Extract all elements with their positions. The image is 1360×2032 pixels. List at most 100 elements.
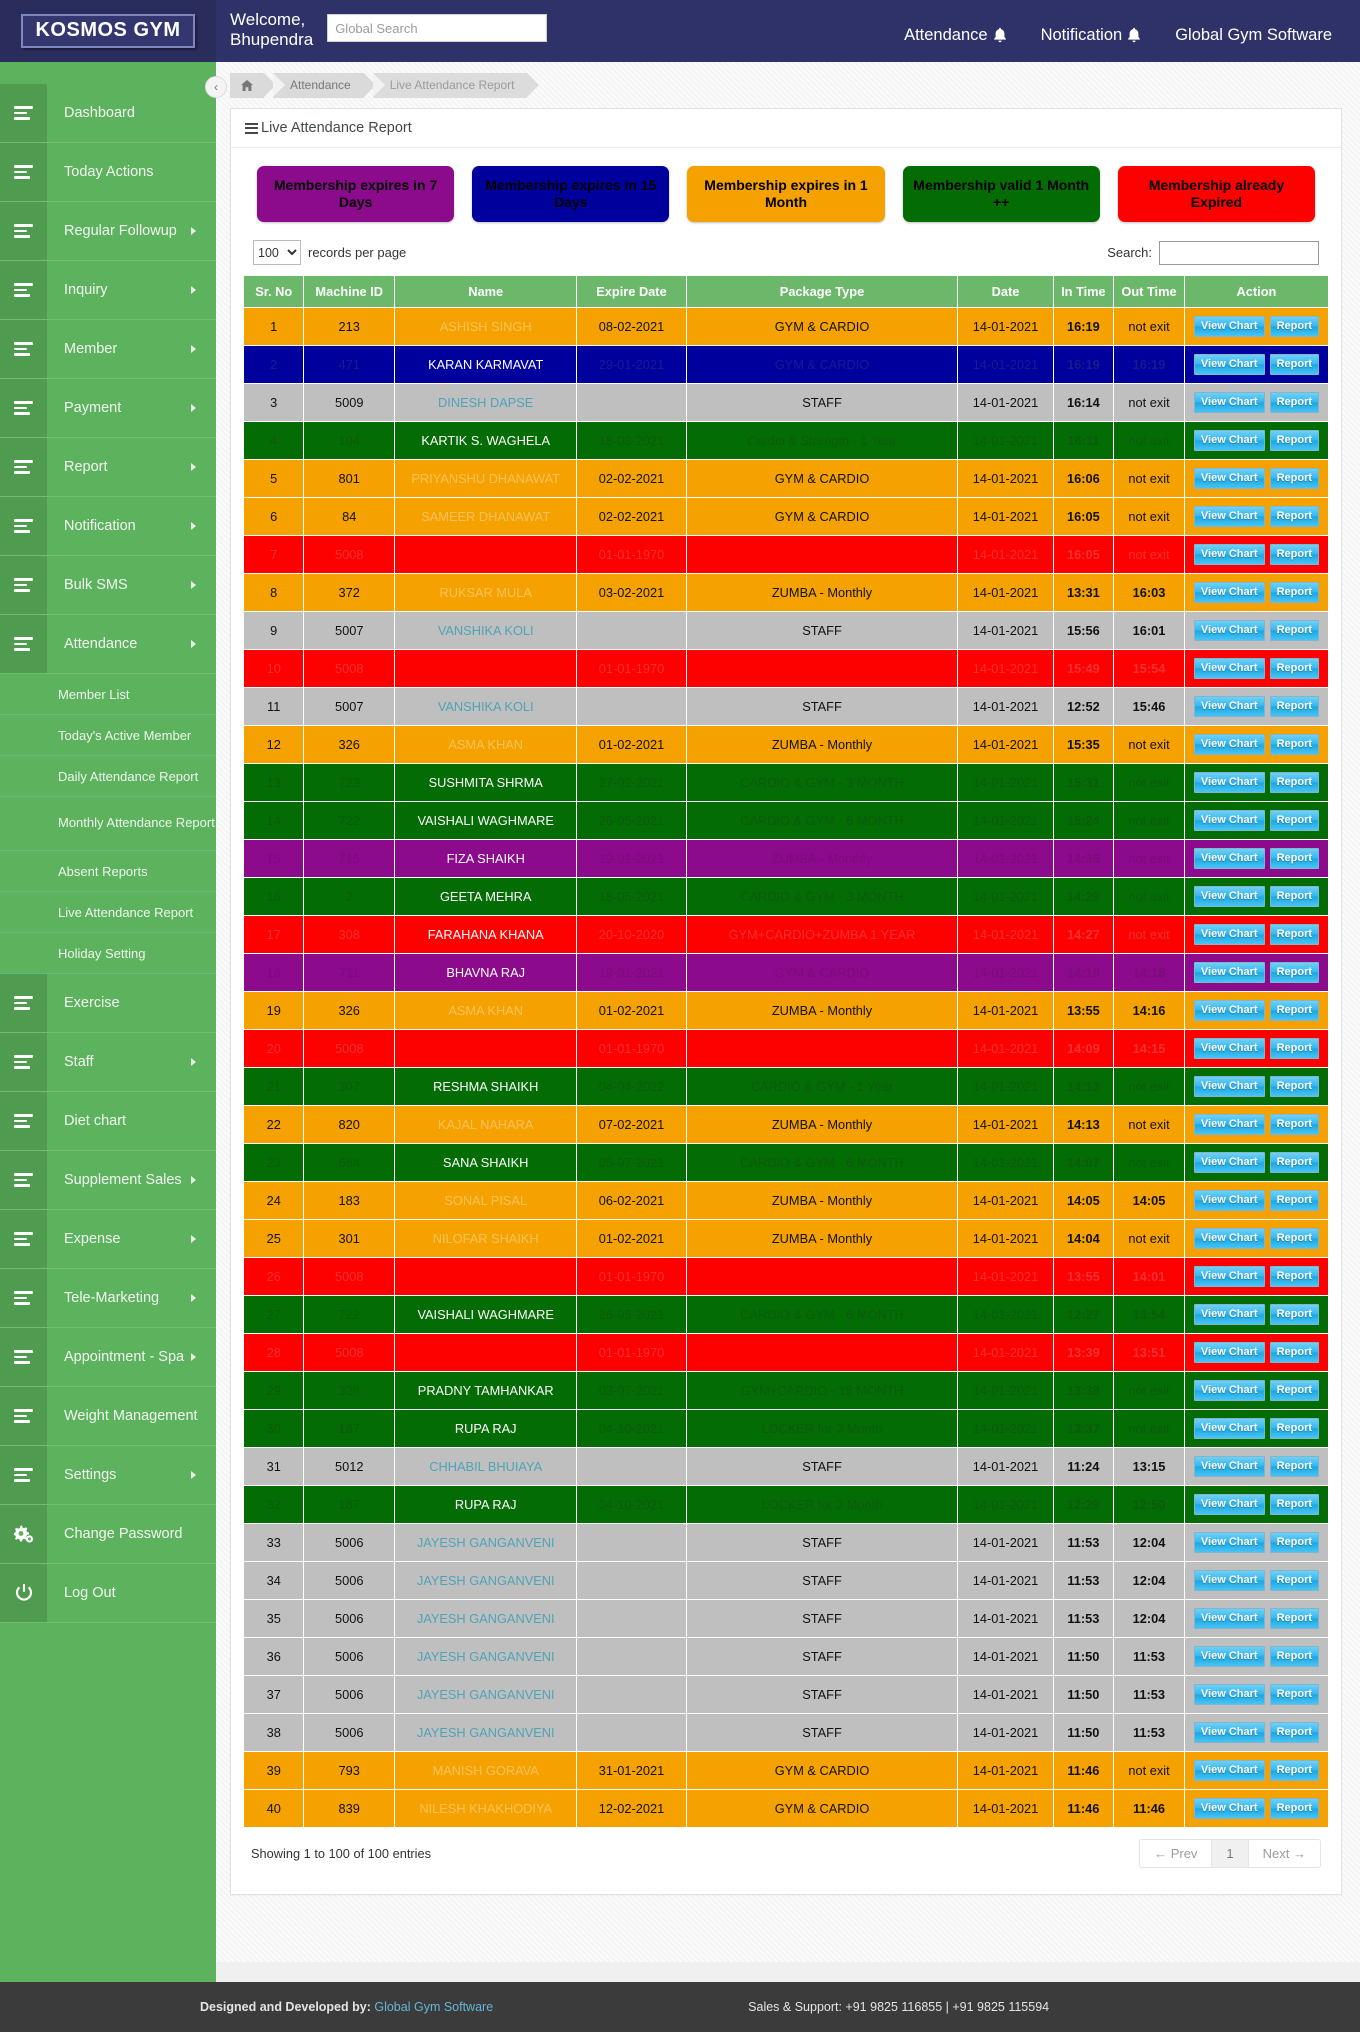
attendance-link[interactable]: Attendance (904, 26, 1006, 45)
report-button[interactable]: Report (1269, 809, 1320, 832)
sidebar-item-log-out[interactable]: Log Out (0, 1564, 216, 1623)
report-button[interactable]: Report (1269, 1303, 1320, 1326)
view-chart-button[interactable]: View Chart (1193, 1455, 1265, 1478)
sidebar-item-change-password[interactable]: Change Password (0, 1505, 216, 1564)
report-button[interactable]: Report (1269, 1075, 1320, 1098)
view-chart-button[interactable]: View Chart (1193, 1227, 1265, 1250)
report-button[interactable]: Report (1269, 315, 1320, 338)
sidebar-item-attendance[interactable]: Attendance (0, 615, 216, 674)
view-chart-button[interactable]: View Chart (1193, 391, 1265, 414)
report-button[interactable]: Report (1269, 1531, 1320, 1554)
submenu-item-daily-attendance-report[interactable]: Daily Attendance Report (0, 756, 216, 797)
col-header-4[interactable]: Package Type (685, 275, 959, 308)
report-button[interactable]: Report (1269, 1341, 1320, 1364)
brand-link[interactable]: Global Gym Software (1175, 26, 1332, 45)
view-chart-button[interactable]: View Chart (1193, 1265, 1265, 1288)
view-chart-button[interactable]: View Chart (1193, 809, 1265, 832)
report-button[interactable]: Report (1269, 1265, 1320, 1288)
view-chart-button[interactable]: View Chart (1193, 1759, 1265, 1782)
view-chart-button[interactable]: View Chart (1193, 1569, 1265, 1592)
view-chart-button[interactable]: View Chart (1193, 1531, 1265, 1554)
sidebar-item-today-actions[interactable]: Today Actions (0, 143, 216, 202)
view-chart-button[interactable]: View Chart (1193, 961, 1265, 984)
report-button[interactable]: Report (1269, 429, 1320, 452)
report-button[interactable]: Report (1269, 1759, 1320, 1782)
report-button[interactable]: Report (1269, 771, 1320, 794)
report-button[interactable]: Report (1269, 581, 1320, 604)
prev-page-button[interactable]: ← Prev (1140, 1840, 1213, 1867)
sidebar-item-appointment-spa[interactable]: Appointment - Spa (0, 1328, 216, 1387)
report-button[interactable]: Report (1269, 657, 1320, 680)
report-button[interactable]: Report (1269, 1455, 1320, 1478)
report-button[interactable]: Report (1269, 1189, 1320, 1212)
submenu-item-live-attendance-report[interactable]: Live Attendance Report (0, 892, 216, 933)
view-chart-button[interactable]: View Chart (1193, 733, 1265, 756)
sidebar-item-diet-chart[interactable]: Diet chart (0, 1092, 216, 1151)
view-chart-button[interactable]: View Chart (1193, 657, 1265, 680)
submenu-item-holiday-setting[interactable]: Holiday Setting (0, 933, 216, 974)
breadcrumb-home[interactable] (230, 72, 276, 98)
view-chart-button[interactable]: View Chart (1193, 1721, 1265, 1744)
sidebar-collapse-icon[interactable]: ‹ (205, 76, 227, 98)
col-header-8[interactable]: Action (1183, 275, 1330, 308)
col-header-3[interactable]: Expire Date (576, 275, 687, 308)
report-button[interactable]: Report (1269, 1379, 1320, 1402)
view-chart-button[interactable]: View Chart (1193, 353, 1265, 376)
report-button[interactable]: Report (1269, 847, 1320, 870)
view-chart-button[interactable]: View Chart (1193, 429, 1265, 452)
sidebar-item-notification[interactable]: Notification (0, 497, 216, 556)
sidebar-item-report[interactable]: Report (0, 438, 216, 497)
report-button[interactable]: Report (1269, 885, 1320, 908)
view-chart-button[interactable]: View Chart (1193, 619, 1265, 642)
report-button[interactable]: Report (1269, 505, 1320, 528)
legend-button-2[interactable]: Membership expires in 15 Days (472, 166, 670, 222)
report-button[interactable]: Report (1269, 467, 1320, 490)
sidebar-item-regular-followup[interactable]: Regular Followup (0, 202, 216, 261)
view-chart-button[interactable]: View Chart (1193, 1189, 1265, 1212)
view-chart-button[interactable]: View Chart (1193, 1493, 1265, 1516)
view-chart-button[interactable]: View Chart (1193, 1113, 1265, 1136)
col-header-6[interactable]: In Time (1052, 275, 1115, 308)
sidebar-item-tele-marketing[interactable]: Tele-Marketing (0, 1269, 216, 1328)
view-chart-button[interactable]: View Chart (1193, 315, 1265, 338)
view-chart-button[interactable]: View Chart (1193, 1341, 1265, 1364)
report-button[interactable]: Report (1269, 1151, 1320, 1174)
sidebar-item-bulk-sms[interactable]: Bulk SMS (0, 556, 216, 615)
view-chart-button[interactable]: View Chart (1193, 771, 1265, 794)
sidebar-item-supplement-sales[interactable]: Supplement Sales (0, 1151, 216, 1210)
report-button[interactable]: Report (1269, 695, 1320, 718)
report-button[interactable]: Report (1269, 1227, 1320, 1250)
view-chart-button[interactable]: View Chart (1193, 1151, 1265, 1174)
sidebar-item-settings[interactable]: Settings (0, 1446, 216, 1505)
report-button[interactable]: Report (1269, 391, 1320, 414)
report-button[interactable]: Report (1269, 961, 1320, 984)
report-button[interactable]: Report (1269, 1037, 1320, 1060)
report-button[interactable]: Report (1269, 619, 1320, 642)
legend-button-4[interactable]: Membership valid 1 Month ++ (902, 166, 1100, 222)
view-chart-button[interactable]: View Chart (1193, 1303, 1265, 1326)
sidebar-item-exercise[interactable]: Exercise (0, 974, 216, 1033)
global-search-input[interactable] (327, 14, 548, 42)
view-chart-button[interactable]: View Chart (1193, 543, 1265, 566)
legend-button-3[interactable]: Membership expires in 1 Month (687, 166, 885, 222)
view-chart-button[interactable]: View Chart (1193, 1037, 1265, 1060)
sidebar-item-staff[interactable]: Staff (0, 1033, 216, 1092)
report-button[interactable]: Report (1269, 353, 1320, 376)
report-button[interactable]: Report (1269, 999, 1320, 1022)
submenu-item-member-list[interactable]: Member List (0, 674, 216, 715)
page-number-1[interactable]: 1 (1212, 1840, 1249, 1867)
col-header-7[interactable]: Out Time (1113, 275, 1185, 308)
view-chart-button[interactable]: View Chart (1193, 1683, 1265, 1706)
col-header-1[interactable]: Machine ID (303, 275, 396, 308)
report-button[interactable]: Report (1269, 1493, 1320, 1516)
report-button[interactable]: Report (1269, 1721, 1320, 1744)
search-input[interactable] (1159, 240, 1319, 265)
breadcrumb-item-attendance[interactable]: Attendance (273, 72, 376, 98)
report-button[interactable]: Report (1269, 1113, 1320, 1136)
records-per-page-select[interactable]: 102550100 (253, 240, 301, 265)
view-chart-button[interactable]: View Chart (1193, 885, 1265, 908)
view-chart-button[interactable]: View Chart (1193, 1379, 1265, 1402)
submenu-item-absent-reports[interactable]: Absent Reports (0, 851, 216, 892)
view-chart-button[interactable]: View Chart (1193, 581, 1265, 604)
report-button[interactable]: Report (1269, 1607, 1320, 1630)
